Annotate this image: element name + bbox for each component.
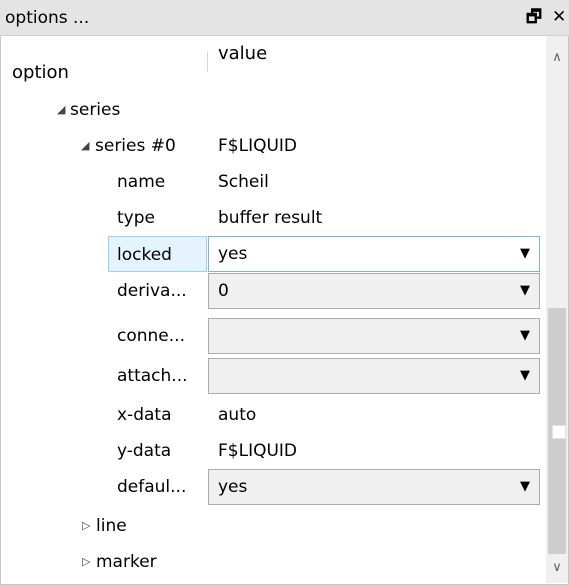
default-dropdown[interactable]: yes ▼ <box>208 469 540 505</box>
property-row-name[interactable]: name Scheil <box>1 164 546 200</box>
tree-node-label: line <box>96 516 127 536</box>
title-bar: options ... 🗗 ✕ <box>0 0 569 36</box>
property-label: defaul... <box>117 477 187 497</box>
tree-node-marker[interactable]: ▷ marker <box>1 544 546 580</box>
dropdown-arrow-icon[interactable]: ▼ <box>520 319 530 353</box>
property-row-derivative[interactable]: deriva... 0 ▼ <box>1 273 546 309</box>
expanded-triangle-icon[interactable]: ◢ <box>81 128 89 164</box>
options-panel: option value ◢ series ◢ series #0 F$LIQU… <box>0 36 569 585</box>
property-row-type[interactable]: type buffer result <box>1 200 546 236</box>
property-value[interactable]: buffer result <box>218 200 322 236</box>
window-title: options ... <box>5 8 90 28</box>
tree-node-series-0[interactable]: ◢ series #0 F$LIQUID <box>1 128 546 164</box>
scrollbar-grip <box>552 425 566 439</box>
property-tree: ◢ series ◢ series #0 F$LIQUID name Schei… <box>1 36 546 584</box>
property-label: y-data <box>117 441 172 461</box>
property-row-connect[interactable]: conne... ▼ <box>1 318 546 354</box>
property-value[interactable]: auto <box>218 397 256 433</box>
tree-node-value: F$LIQUID <box>218 136 298 156</box>
tree-node-label: series #0 <box>95 136 176 156</box>
property-label: conne... <box>117 326 185 346</box>
dropdown-arrow-icon[interactable]: ▼ <box>520 470 530 504</box>
property-row-x-data[interactable]: x-data auto <box>1 397 546 433</box>
property-label: type <box>117 208 155 228</box>
locked-dropdown[interactable]: yes ▼ <box>208 236 540 272</box>
collapsed-triangle-icon[interactable]: ▷ <box>82 508 90 544</box>
tree-node-line[interactable]: ▷ line <box>1 508 546 544</box>
dropdown-arrow-icon[interactable]: ▼ <box>520 237 530 271</box>
tree-node-label: series <box>70 100 121 120</box>
close-icon[interactable]: ✕ <box>552 8 566 26</box>
property-label: attach... <box>117 366 188 386</box>
property-value[interactable]: Scheil <box>218 164 269 200</box>
restore-float-icon[interactable]: 🗗 <box>526 8 542 26</box>
property-row-attach[interactable]: attach... ▼ <box>1 358 546 394</box>
property-label: deriva... <box>117 281 187 301</box>
connect-dropdown[interactable]: ▼ <box>208 318 540 354</box>
tree-node-label: marker <box>96 552 157 572</box>
attach-dropdown[interactable]: ▼ <box>208 358 540 394</box>
dropdown-arrow-icon[interactable]: ▼ <box>520 274 530 308</box>
tree-node-series[interactable]: ◢ series <box>1 92 546 128</box>
property-row-locked[interactable]: locked yes ▼ <box>1 236 546 272</box>
expanded-triangle-icon[interactable]: ◢ <box>57 92 65 128</box>
derivative-dropdown[interactable]: 0 ▼ <box>208 273 540 309</box>
dropdown-value: yes <box>218 244 248 264</box>
dropdown-value: yes <box>218 477 248 497</box>
dropdown-value: 0 <box>218 281 229 301</box>
property-label-selected: locked <box>108 236 207 272</box>
dropdown-arrow-icon[interactable]: ▼ <box>520 359 530 393</box>
property-label: x-data <box>117 405 172 425</box>
property-value[interactable]: F$LIQUID <box>218 433 297 469</box>
property-row-default[interactable]: defaul... yes ▼ <box>1 469 546 505</box>
scroll-down-arrow-icon[interactable]: ∨ <box>546 558 568 578</box>
property-label: name <box>117 172 166 192</box>
vertical-scrollbar[interactable]: ∧ ∨ <box>546 36 568 583</box>
collapsed-triangle-icon[interactable]: ▷ <box>82 544 90 580</box>
property-row-y-data[interactable]: y-data F$LIQUID <box>1 433 546 469</box>
scroll-up-arrow-icon[interactable]: ∧ <box>546 48 568 68</box>
